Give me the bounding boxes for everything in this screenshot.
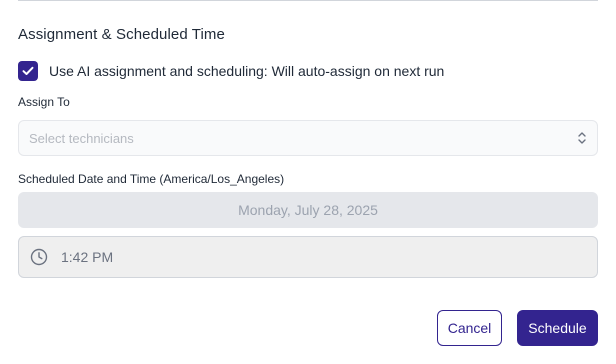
- top-divider: [18, 0, 598, 1]
- section-title: Assignment & Scheduled Time: [18, 26, 225, 43]
- cancel-button[interactable]: Cancel: [437, 310, 502, 346]
- check-icon: [22, 66, 34, 75]
- ai-assignment-checkbox[interactable]: [18, 61, 38, 81]
- scheduled-datetime-label: Scheduled Date and Time (America/Los_Ang…: [18, 172, 285, 186]
- ai-assignment-toggle[interactable]: Use AI assignment and scheduling: Will a…: [18, 61, 444, 81]
- ai-assignment-label: Use AI assignment and scheduling: Will a…: [49, 63, 445, 79]
- scheduled-time-field[interactable]: 1:42 PM: [18, 236, 598, 278]
- clock-icon: [30, 248, 48, 266]
- technicians-select-placeholder: Select technicians: [29, 130, 134, 146]
- technicians-select[interactable]: Select technicians: [18, 120, 598, 156]
- schedule-button[interactable]: Schedule: [517, 310, 598, 346]
- scheduled-date-field[interactable]: Monday, July 28, 2025: [18, 192, 598, 228]
- scheduled-time-value: 1:42 PM: [61, 249, 114, 265]
- assign-to-label: Assign To: [18, 95, 70, 109]
- chevron-up-down-icon: [577, 131, 587, 145]
